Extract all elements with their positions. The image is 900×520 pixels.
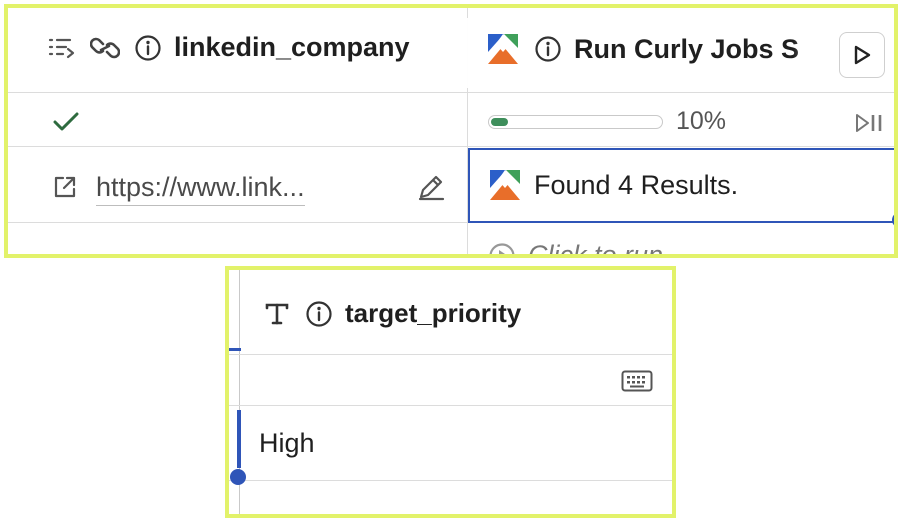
priority-value[interactable]: High xyxy=(259,428,315,459)
click-to-run-hint[interactable]: Click to run xyxy=(528,240,663,254)
play-icon xyxy=(852,44,872,66)
row-divider xyxy=(229,480,672,481)
bottom-grid-panel: target_priority High xyxy=(225,266,676,518)
info-icon[interactable] xyxy=(534,35,562,63)
link-icon xyxy=(90,35,120,61)
pencil-icon[interactable] xyxy=(416,172,446,202)
linkedin-url-link[interactable]: https://www.link... xyxy=(96,172,305,206)
header-row-divider xyxy=(229,354,672,355)
column-title: linkedin_company xyxy=(174,32,410,62)
check-icon xyxy=(52,110,80,134)
play-circle-icon xyxy=(488,242,516,254)
row-divider xyxy=(8,146,894,147)
app-logo-icon xyxy=(488,168,522,202)
column-title: Run Curly Jobs S xyxy=(574,33,800,64)
external-link-icon[interactable] xyxy=(52,174,78,200)
result-text: Found 4 Results. xyxy=(534,170,739,200)
column-header-linkedin[interactable]: linkedin_company xyxy=(48,32,410,63)
row-divider xyxy=(229,405,672,406)
header-fade xyxy=(428,18,468,88)
progress-fill xyxy=(491,118,508,126)
selected-cell-edge xyxy=(237,410,241,468)
column-header-target-priority[interactable]: target_priority xyxy=(263,298,521,329)
column-header-run-curly[interactable]: Run Curly Jobs S xyxy=(486,32,799,66)
top-grid-panel: linkedin_company https://www.link... Run… xyxy=(4,4,898,258)
selection-edge xyxy=(229,348,241,351)
run-button[interactable] xyxy=(839,32,885,78)
progress-bar xyxy=(488,115,663,129)
info-icon[interactable] xyxy=(134,34,162,62)
keyboard-icon[interactable] xyxy=(621,370,653,392)
column-title: target_priority xyxy=(345,298,522,328)
selection-handle[interactable] xyxy=(892,212,894,228)
selection-handle[interactable] xyxy=(230,469,246,485)
app-logo-icon xyxy=(486,32,520,66)
header-row-divider xyxy=(8,92,894,93)
text-type-icon xyxy=(263,301,291,327)
play-pause-icon[interactable] xyxy=(854,112,886,134)
info-icon[interactable] xyxy=(305,300,333,328)
list-icon xyxy=(48,36,76,60)
progress-label: 10% xyxy=(676,107,727,135)
header-fade xyxy=(793,18,833,88)
